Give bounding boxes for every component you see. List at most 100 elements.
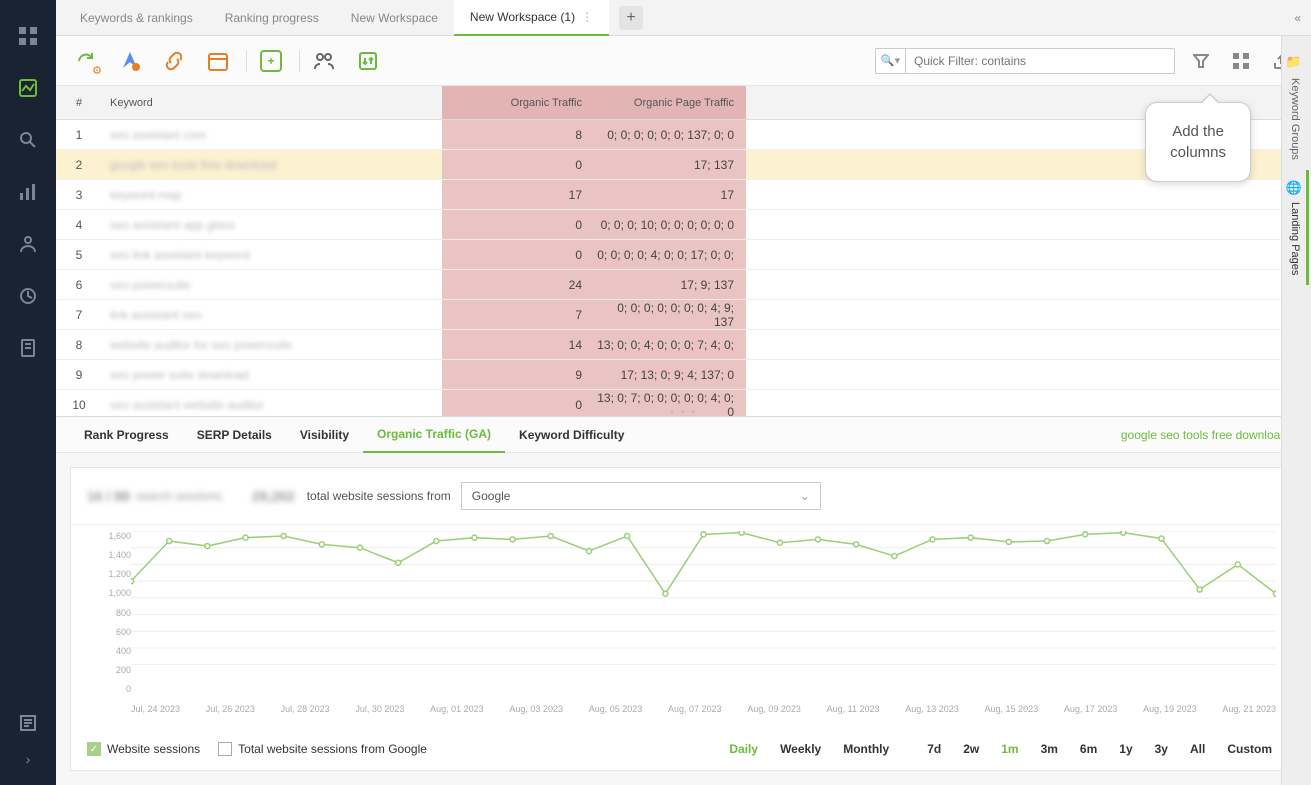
legend-label: Total website sessions from Google [238, 742, 427, 756]
collapse-panel-icon[interactable]: « [1294, 11, 1301, 25]
x-tick-label: Aug, 19 2023 [1143, 704, 1197, 714]
workspace-tab[interactable]: New Workspace [335, 0, 454, 36]
details-tab[interactable]: Organic Traffic (GA) [363, 417, 505, 453]
y-tick-label: 400 [89, 646, 131, 656]
timespan-button[interactable]: 1m [993, 738, 1026, 760]
row-index: 9 [56, 368, 102, 382]
traffic-source-select[interactable]: Google ⌄ [461, 482, 821, 510]
x-tick-label: Aug, 17 2023 [1064, 704, 1118, 714]
nav-analytics-icon[interactable] [8, 68, 48, 108]
nav-doc-icon[interactable] [8, 328, 48, 368]
row-index: 8 [56, 338, 102, 352]
x-tick-label: Aug, 07 2023 [668, 704, 722, 714]
workspace-tab[interactable]: Ranking progress [209, 0, 335, 36]
row-index: 5 [56, 248, 102, 262]
nav-dashboard-icon[interactable] [8, 16, 48, 56]
tool-calendar-icon[interactable] [204, 47, 232, 75]
y-tick-label: 1,600 [89, 531, 131, 541]
tool-users-icon[interactable] [310, 47, 338, 75]
panel-resize-handle[interactable]: • • • [670, 407, 696, 416]
table-row[interactable]: 4seo assistant app glass00; 0; 0; 10; 0;… [56, 210, 1311, 240]
timespan-button[interactable]: 2w [955, 738, 987, 760]
row-keyword: google seo tools free download [102, 158, 442, 172]
row-organic-page-traffic: 13; 0; 0; 4; 0; 0; 0; 7; 4; 0; [594, 330, 746, 359]
x-tick-label: Aug, 01 2023 [430, 704, 484, 714]
legend-website-sessions[interactable]: ✓ Website sessions [87, 742, 200, 756]
nav-expand-icon[interactable]: › [8, 741, 48, 777]
row-keyword: seo link assistant keyword [102, 248, 442, 262]
timespan-button[interactable]: 3m [1033, 738, 1066, 760]
filter-icon[interactable] [1187, 47, 1215, 75]
frequency-button[interactable]: Daily [721, 738, 766, 760]
y-tick-label: 800 [89, 608, 131, 618]
right-rail-item[interactable]: 📁Keyword Groups [1288, 46, 1303, 170]
details-tab[interactable]: SERP Details [183, 417, 286, 453]
quick-filter-input[interactable] [906, 54, 1174, 68]
tab-options-icon[interactable]: ⋮ [581, 10, 593, 24]
details-tab[interactable]: Rank Progress [70, 417, 183, 453]
search-dropdown-icon[interactable]: 🔍▾ [876, 49, 906, 73]
row-organic-page-traffic: 17; 9; 137 [594, 270, 746, 299]
legend-total-sessions[interactable]: Total website sessions from Google [218, 742, 427, 756]
table-row[interactable]: 7link assistant seo70; 0; 0; 0; 0; 0; 0;… [56, 300, 1311, 330]
workspace-tab[interactable]: New Workspace (1)⋮ [454, 0, 609, 36]
table-row[interactable]: 5seo link assistant keyword00; 0; 0; 0; … [56, 240, 1311, 270]
nav-search-icon[interactable] [8, 120, 48, 160]
table-row[interactable]: 8website auditor for seo powersuite1413;… [56, 330, 1311, 360]
timespan-button[interactable]: 1y [1111, 738, 1140, 760]
timespan-button[interactable]: 7d [919, 738, 949, 760]
line-chart[interactable]: 1,6001,4001,2001,0008006004002000 Jul, 2… [71, 525, 1296, 728]
x-tick-label: Aug, 05 2023 [589, 704, 643, 714]
header-organic-page-traffic[interactable]: Organic Page Traffic [594, 86, 746, 119]
x-tick-label: Jul, 28 2023 [281, 704, 330, 714]
tool-link-icon[interactable] [160, 47, 188, 75]
nav-clock-icon[interactable] [8, 276, 48, 316]
selected-keyword-label: google seo tools free download [1121, 428, 1297, 442]
checkbox-checked-icon[interactable]: ✓ [87, 742, 101, 756]
table-row[interactable]: 1seo assistant com80; 0; 0; 0; 0; 0; 137… [56, 120, 1311, 150]
row-keyword: seo assistant app glass [102, 218, 442, 232]
frequency-button[interactable]: Monthly [835, 738, 897, 760]
checkbox-unchecked-icon[interactable] [218, 742, 232, 756]
table-row[interactable]: 6seo powersuite2417; 9; 137 [56, 270, 1311, 300]
row-organic-traffic: 7 [442, 300, 594, 329]
row-keyword: seo assistant com [102, 128, 442, 142]
row-organic-traffic: 24 [442, 270, 594, 299]
x-tick-label: Jul, 24 2023 [131, 704, 180, 714]
details-tab[interactable]: Keyword Difficulty [505, 417, 638, 453]
quick-filter-box[interactable]: 🔍▾ [875, 48, 1175, 74]
header-index[interactable]: # [56, 97, 102, 109]
x-tick-label: Aug, 09 2023 [747, 704, 801, 714]
details-tab[interactable]: Visibility [286, 417, 363, 453]
nav-user-icon[interactable] [8, 224, 48, 264]
tool-sort-icon[interactable] [354, 47, 382, 75]
right-rail-item[interactable]: 🌐Landing Pages [1288, 170, 1309, 285]
table-row[interactable]: 2google seo tools free download017; 137 [56, 150, 1311, 180]
toolbar-divider [299, 50, 300, 72]
timespan-button[interactable]: All [1182, 738, 1213, 760]
nav-bars-icon[interactable] [8, 172, 48, 212]
timespan-button[interactable]: 3y [1147, 738, 1176, 760]
row-organic-traffic: 0 [442, 210, 594, 239]
header-keyword[interactable]: Keyword [102, 97, 442, 109]
toolbar: ⚙ + 🔍▾ [56, 36, 1311, 86]
row-index: 1 [56, 128, 102, 142]
add-tab-button[interactable]: + [619, 6, 643, 30]
workspace-tab[interactable]: Keywords & rankings [64, 0, 209, 36]
columns-icon[interactable] [1227, 47, 1255, 75]
table-row[interactable]: 9seo power suite download917; 13; 0; 9; … [56, 360, 1311, 390]
row-keyword: seo power suite download [102, 368, 442, 382]
traffic-source-value: Google [472, 489, 511, 503]
timespan-button[interactable]: Custom [1219, 738, 1280, 760]
add-keyword-button[interactable]: + [257, 47, 285, 75]
tool-serp-icon[interactable] [116, 47, 144, 75]
row-organic-page-traffic: 0; 0; 0; 0; 0; 0; 137; 0; 0 [594, 120, 746, 149]
header-organic-traffic[interactable]: Organic Traffic [442, 86, 594, 119]
timespan-button[interactable]: 6m [1072, 738, 1105, 760]
row-organic-page-traffic: 0; 0; 0; 0; 0; 0; 0; 4; 9; 137 [594, 300, 746, 329]
refresh-ranks-icon[interactable]: ⚙ [72, 47, 100, 75]
nav-notes-icon[interactable] [8, 705, 48, 741]
table-row[interactable]: 3keyword map1717 [56, 180, 1311, 210]
frequency-button[interactable]: Weekly [772, 738, 829, 760]
y-tick-label: 0 [89, 684, 131, 694]
